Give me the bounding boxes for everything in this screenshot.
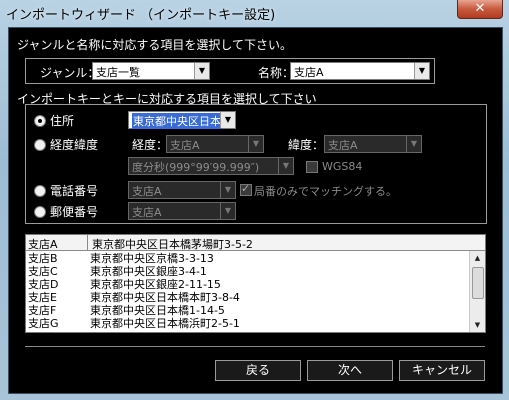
table-row[interactable]: 支店D 東京都中央区銀座2-11-15 <box>26 279 466 290</box>
chevron-down-icon: ▼ <box>248 136 263 152</box>
phone-label: 電話番号 <box>50 184 99 198</box>
lon-select[interactable]: 支店A ▼ <box>166 135 264 153</box>
chevron-down-icon: ▼ <box>414 63 429 79</box>
row-col1: 支店B <box>28 252 58 265</box>
genre-label: ジャンル： <box>40 66 100 80</box>
dialog-body: ジャンルと名称に対応する項目を選択して下さい。 ジャンル： 支店一覧 ▼ 名称：… <box>8 27 503 394</box>
next-button[interactable]: 次へ <box>307 360 393 381</box>
coordinate-format-select[interactable]: 度分秒(999°99′99.999″) ▼ <box>128 157 294 175</box>
preview-table[interactable]: 支店A 東京都中央区日本橋茅場町3-5-2 支店B 東京都中央区京橋3-3-13… <box>25 234 486 333</box>
scroll-up-icon[interactable]: ▲ <box>470 251 485 265</box>
address-select[interactable]: 東京都中央区日本 ▼ <box>128 111 236 129</box>
address-radio[interactable] <box>34 115 46 127</box>
chevron-down-icon: ▼ <box>406 136 421 152</box>
table-row[interactable]: 支店G 東京都中央区日本橋浜町2-5-1 <box>26 318 466 329</box>
row-col2: 東京都中央区日本橋1-14-5 <box>90 304 225 317</box>
phone-select[interactable]: 支店A ▼ <box>128 181 236 199</box>
vertical-scrollbar[interactable]: ▲ ▼ <box>469 251 485 332</box>
wgs84-checkbox[interactable] <box>306 161 318 173</box>
local-match-checkbox[interactable] <box>240 182 252 196</box>
scroll-down-icon[interactable]: ▼ <box>470 318 485 332</box>
row-col1: 支店E <box>28 291 57 304</box>
address-value: 東京都中央区日本 <box>132 113 222 129</box>
postal-select[interactable]: 支店A ▼ <box>128 202 236 220</box>
chevron-down-icon: ▼ <box>220 182 235 198</box>
window-title: インポートウィザード （インポートキー設定) <box>6 8 276 23</box>
scroll-thumb[interactable] <box>472 267 484 299</box>
header-col2: 東京都中央区日本橋茅場町3-5-2 <box>92 238 253 251</box>
column-divider[interactable] <box>87 235 88 250</box>
back-button[interactable]: 戻る <box>215 360 301 381</box>
table-row[interactable]: 支店E 東京都中央区日本橋本町3-8-4 <box>26 292 466 303</box>
close-button[interactable]: ✕ <box>457 0 503 19</box>
table-row[interactable]: 支店B 東京都中央区京橋3-3-13 <box>26 253 466 264</box>
chevron-down-icon: ▼ <box>220 112 235 128</box>
header-col1: 支店A <box>28 238 58 251</box>
latlon-label: 経度緯度 <box>50 138 99 152</box>
postal-label: 郵便番号 <box>50 205 99 219</box>
genre-select[interactable]: 支店一覧 ▼ <box>92 62 210 80</box>
row-col2: 東京都中央区日本橋浜町2-5-1 <box>90 317 240 330</box>
wizard-window: インポートウィザード （インポートキー設定) ✕ ジャンルと名称に対応する項目を… <box>0 0 509 400</box>
phone-radio[interactable] <box>34 185 46 197</box>
format-value: 度分秒(999°99′99.999″) <box>132 161 260 174</box>
row-col2: 東京都中央区日本橋本町3-8-4 <box>90 291 240 304</box>
phone-value: 支店A <box>132 185 162 198</box>
lat-value: 支店A <box>328 139 358 152</box>
row-col1: 支店D <box>28 278 59 291</box>
lon-value: 支店A <box>170 139 200 152</box>
genre-value: 支店一覧 <box>96 66 140 79</box>
row-col1: 支店F <box>28 304 57 317</box>
name-label: 名称： <box>258 66 295 80</box>
button-divider <box>25 346 485 347</box>
name-value: 支店A <box>294 66 324 79</box>
wgs84-label: WGS84 <box>322 160 363 173</box>
cancel-button[interactable]: キャンセル <box>399 360 485 381</box>
name-select[interactable]: 支店A ▼ <box>290 62 430 80</box>
row-col1: 支店G <box>28 317 59 330</box>
row-col2: 東京都中央区銀座2-11-15 <box>90 278 221 291</box>
row-col1: 支店C <box>28 265 58 278</box>
chevron-down-icon: ▼ <box>278 158 293 174</box>
table-row[interactable]: 支店C 東京都中央区銀座3-4-1 <box>26 266 466 277</box>
local-match-label: 局番のみでマッチングする。 <box>254 185 397 198</box>
lat-label: 緯度： <box>288 138 325 152</box>
title-bar[interactable]: インポートウィザード （インポートキー設定) ✕ <box>0 0 509 24</box>
chevron-down-icon: ▼ <box>220 203 235 219</box>
chevron-down-icon: ▼ <box>194 63 209 79</box>
table-row[interactable]: 支店F 東京都中央区日本橋1-14-5 <box>26 305 466 316</box>
postal-radio[interactable] <box>34 206 46 218</box>
latlon-radio[interactable] <box>34 139 46 151</box>
genre-name-frame: ジャンル： 支店一覧 ▼ 名称： 支店A ▼ <box>25 58 435 84</box>
postal-value: 支店A <box>132 206 162 219</box>
genre-instruction: ジャンルと名称に対応する項目を選択して下さい。 <box>17 38 293 52</box>
address-label: 住所 <box>50 114 75 128</box>
table-header: 支店A 東京都中央区日本橋茅場町3-5-2 <box>26 235 485 251</box>
row-col2: 東京都中央区京橋3-3-13 <box>90 252 214 265</box>
import-key-frame: 住所 東京都中央区日本 ▼ 経度緯度 経度： 支店A ▼ 緯度： 支店A ▼ 度… <box>25 104 487 224</box>
lon-label: 経度： <box>132 138 169 152</box>
row-col2: 東京都中央区銀座3-4-1 <box>90 265 207 278</box>
lat-select[interactable]: 支店A ▼ <box>324 135 422 153</box>
